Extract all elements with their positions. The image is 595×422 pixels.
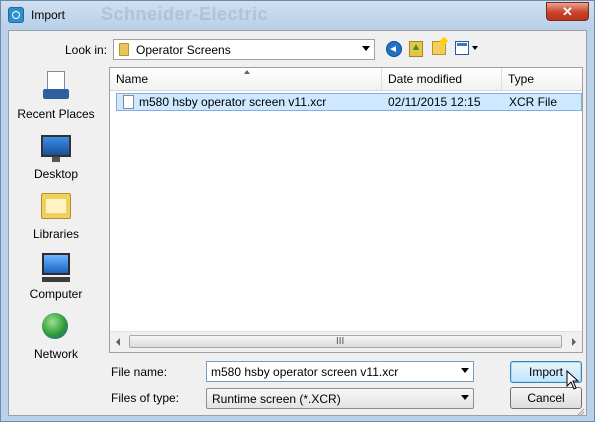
close-button[interactable]: ✕: [546, 2, 589, 21]
files-of-type-value: Runtime screen (*.XCR): [212, 392, 341, 406]
import-dialog: Import Schneider-Electric ✕ Look in: Ope…: [0, 0, 595, 422]
close-icon: ✕: [562, 4, 573, 19]
title-bar[interactable]: Import Schneider-Electric ✕: [1, 1, 594, 29]
file-name-label: File name:: [111, 365, 168, 379]
folder-icon: [119, 43, 129, 56]
look-in-value: Operator Screens: [136, 43, 231, 57]
place-label: Desktop: [33, 167, 79, 181]
up-folder-icon[interactable]: [409, 41, 423, 57]
file-row[interactable]: m580 hsby operator screen v11.xcr 02/11/…: [116, 93, 582, 111]
chevron-down-icon[interactable]: [461, 368, 469, 373]
horizontal-scrollbar[interactable]: III: [110, 331, 582, 352]
place-label: Recent Places: [17, 107, 95, 121]
view-menu-chevron-icon[interactable]: [472, 46, 478, 50]
column-header-date-modified[interactable]: Date modified: [382, 68, 502, 90]
place-computer[interactable]: Computer: [9, 249, 103, 305]
file-list[interactable]: Name Date modified Type m580 hsby operat…: [109, 67, 583, 353]
scrollbar-grip: III: [336, 336, 345, 347]
file-list-header: Name Date modified Type: [110, 68, 582, 91]
place-label: Computer: [29, 287, 83, 301]
scroll-right-icon[interactable]: [572, 338, 576, 346]
app-icon: [8, 7, 24, 23]
place-libraries[interactable]: Libraries: [9, 189, 103, 245]
recent-places-icon: [43, 71, 69, 101]
files-of-type-dropdown[interactable]: Runtime screen (*.XCR): [206, 388, 474, 409]
place-network[interactable]: Network: [9, 309, 103, 365]
place-recent-places[interactable]: Recent Places: [9, 69, 103, 125]
column-header-name[interactable]: Name: [110, 68, 382, 90]
chevron-down-icon[interactable]: [461, 395, 469, 400]
cancel-button[interactable]: Cancel: [510, 387, 582, 409]
view-menu-icon[interactable]: [455, 41, 469, 55]
scrollbar-thumb[interactable]: III: [129, 335, 562, 348]
file-name-field[interactable]: m580 hsby operator screen v11.xcr: [206, 361, 474, 382]
chevron-down-icon[interactable]: [362, 46, 370, 51]
file-name-cell: m580 hsby operator screen v11.xcr: [139, 95, 327, 109]
dialog-client-area: Look in: Operator Screens Recent Places …: [8, 30, 587, 416]
place-label: Libraries: [32, 227, 80, 241]
file-icon: [123, 95, 134, 109]
new-folder-icon[interactable]: [432, 41, 446, 55]
window-title: Import: [31, 8, 66, 22]
places-bar: Recent Places Desktop Libraries Computer…: [9, 67, 103, 367]
file-type-cell: XCR File: [509, 95, 558, 109]
place-desktop[interactable]: Desktop: [9, 129, 103, 185]
file-date-cell: 02/11/2015 12:15: [388, 95, 481, 109]
computer-icon: [42, 253, 70, 282]
scroll-left-icon[interactable]: [116, 338, 120, 346]
network-icon: [42, 313, 68, 339]
resize-grip-icon[interactable]: [575, 405, 585, 416]
file-name-value: m580 hsby operator screen v11.xcr: [211, 365, 399, 379]
back-arrow-icon[interactable]: [386, 41, 402, 57]
files-of-type-label: Files of type:: [111, 391, 180, 405]
desktop-icon: [41, 135, 71, 162]
brand-watermark: Schneider-Electric: [101, 4, 269, 24]
column-header-type[interactable]: Type: [502, 68, 582, 90]
place-label: Network: [33, 347, 78, 361]
libraries-icon: [41, 193, 71, 219]
look-in-label: Look in:: [65, 43, 108, 57]
look-in-dropdown[interactable]: Operator Screens: [113, 39, 375, 60]
